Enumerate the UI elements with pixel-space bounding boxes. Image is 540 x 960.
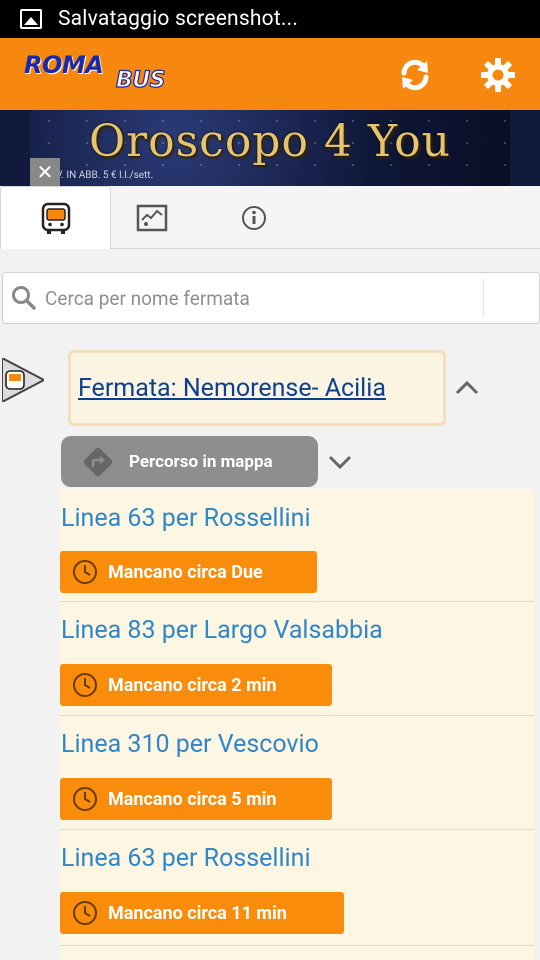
eta-badge: Mancano circa 2 min xyxy=(60,664,332,706)
collapse-button[interactable] xyxy=(452,375,482,399)
eta-badge: Mancano circa 5 min xyxy=(60,778,332,820)
chevron-up-icon xyxy=(455,380,479,395)
arrivals-list: Linea 63 per Rossellini Mancano circa Du… xyxy=(60,489,534,960)
eta-text: Mancano circa 11 min xyxy=(108,902,287,924)
ad-image[interactable]: Oroscopo 4 You V. IN ABB. 5 € I.l./sett. xyxy=(30,110,510,186)
bus-icon xyxy=(41,202,70,234)
ad-close-button[interactable]: ✕ xyxy=(30,158,60,186)
route-map-button[interactable]: Percorso in mappa xyxy=(61,436,318,487)
line-label[interactable]: Linea 63 per Rossellini xyxy=(61,504,311,533)
refresh-button[interactable] xyxy=(396,56,434,94)
line-label[interactable]: Linea 63 per Rossellini xyxy=(61,844,311,873)
search-input[interactable] xyxy=(45,286,485,310)
clock-icon xyxy=(73,787,97,811)
logo-roma-text: ROMA xyxy=(24,51,104,79)
chevron-down-icon xyxy=(328,455,352,470)
list-item[interactable]: Linea 63 per Rossellini Mancano circa 11… xyxy=(60,830,534,946)
settings-button[interactable] xyxy=(479,56,517,94)
line-label[interactable]: Linea 310 per Vescovio xyxy=(61,730,319,759)
gear-icon xyxy=(481,58,515,92)
ad-banner[interactable]: Oroscopo 4 You V. IN ABB. 5 € I.l./sett.… xyxy=(0,110,540,186)
tab-bar xyxy=(0,186,540,249)
tab-bus-stop[interactable] xyxy=(0,186,111,249)
eta-text: Mancano circa 2 min xyxy=(108,674,277,696)
list-item[interactable]: Linea 310 per Vescovio Mancano circa 5 m… xyxy=(60,716,534,830)
list-item[interactable]: Linea 63 per Rossellini Mancano circa Du… xyxy=(60,489,534,602)
logo-bus-text: BUS xyxy=(115,67,166,93)
directions-icon xyxy=(83,447,113,476)
search-icon xyxy=(12,286,36,310)
tab-info[interactable] xyxy=(228,186,280,249)
ad-subtitle: V. IN ABB. 5 € I.l./sett. xyxy=(56,170,154,181)
eta-text: Mancano circa 5 min xyxy=(108,788,277,810)
map-icon xyxy=(136,204,168,231)
expand-button[interactable] xyxy=(326,450,354,474)
clock-icon xyxy=(73,560,97,584)
app-bar: ROMA BUS xyxy=(0,38,540,110)
eta-badge: Mancano circa Due xyxy=(60,551,317,593)
image-icon xyxy=(20,9,42,29)
ad-title: Oroscopo 4 You xyxy=(89,116,451,167)
line-label[interactable]: Linea 83 per Largo Valsabbia xyxy=(61,616,383,645)
stop-header[interactable]: Fermata: Nemorense- Acilia xyxy=(68,350,446,426)
clock-icon xyxy=(73,901,97,925)
list-item[interactable]: Linea 83 per Largo Valsabbia Mancano cir… xyxy=(60,602,534,716)
refresh-icon xyxy=(401,59,429,91)
bus-stop-marker-icon xyxy=(1,356,47,404)
status-bar-title: Salvataggio screenshot... xyxy=(58,7,299,31)
status-bar: Salvataggio screenshot... xyxy=(0,0,540,38)
route-map-label: Percorso in mappa xyxy=(129,451,273,472)
search-bar[interactable] xyxy=(2,272,540,324)
app-logo: ROMA BUS xyxy=(24,51,184,99)
eta-text: Mancano circa Due xyxy=(108,561,263,583)
clock-icon xyxy=(73,673,97,697)
eta-badge: Mancano circa 11 min xyxy=(60,892,344,934)
tab-map[interactable] xyxy=(114,186,190,249)
stop-title-link[interactable]: Fermata: Nemorense- Acilia xyxy=(78,374,386,403)
info-icon xyxy=(242,205,266,230)
stop-marker xyxy=(1,356,47,404)
